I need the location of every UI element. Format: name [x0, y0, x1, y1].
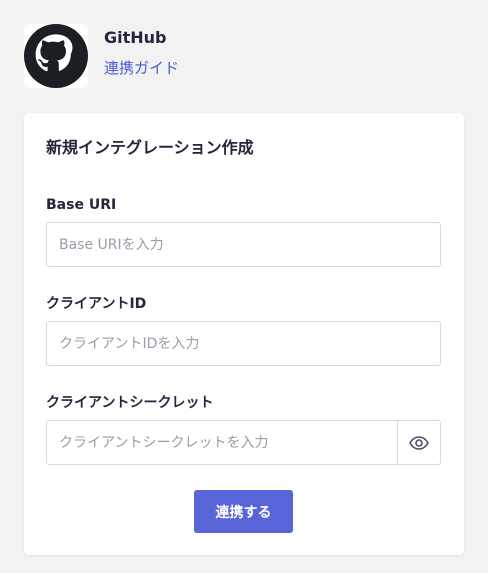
- form-title: 新規インテグレーション作成: [46, 138, 254, 157]
- integration-form-card: 新規インテグレーション作成 Base URI クライアントID クライアントシー…: [24, 113, 464, 555]
- client-secret-group: [46, 420, 441, 465]
- base-uri-label: Base URI: [46, 197, 117, 213]
- connect-button[interactable]: 連携する: [194, 490, 293, 533]
- toggle-secret-visibility-button[interactable]: [397, 420, 441, 465]
- base-uri-input[interactable]: [46, 222, 441, 267]
- integration-header: GitHub 連携ガイド: [24, 24, 179, 88]
- eye-icon: [409, 435, 429, 450]
- client-secret-label: クライアントシークレット: [46, 395, 214, 411]
- service-name: GitHub: [104, 28, 167, 47]
- integration-guide-link[interactable]: 連携ガイド: [104, 59, 179, 77]
- header-text: GitHub 連携ガイド: [104, 24, 179, 77]
- client-secret-input[interactable]: [46, 420, 397, 465]
- client-id-label: クライアントID: [46, 296, 147, 312]
- service-logo: [24, 24, 88, 88]
- client-id-input[interactable]: [46, 321, 441, 366]
- github-icon: [24, 24, 88, 88]
